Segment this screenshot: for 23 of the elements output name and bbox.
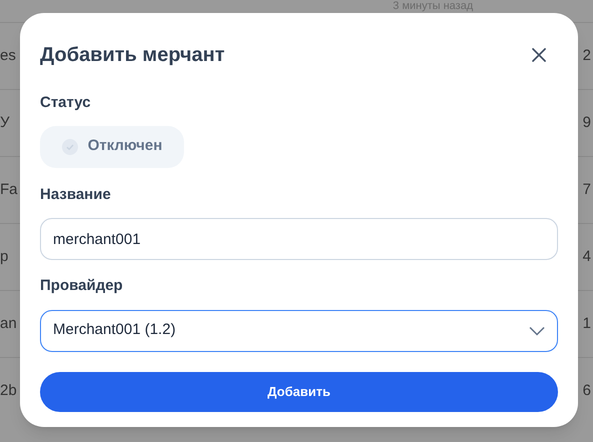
table-cell-text: 2 (582, 46, 591, 66)
field-label: Название (40, 184, 112, 204)
name-input[interactable]: merchant001 (40, 218, 558, 260)
table-cell-text: an (0, 314, 17, 334)
field-label: Провайдер (40, 276, 124, 296)
provider-select[interactable]: Merchant001 (1.2) (40, 310, 558, 352)
table-cell-text: 4 (582, 246, 591, 267)
table-cell-text: Fa (0, 180, 18, 200)
table-cell-text: es (0, 46, 16, 66)
close-icon (531, 47, 547, 63)
table-cell-text: У (0, 112, 10, 133)
table-cell-text: p (0, 246, 8, 267)
status-toggle[interactable]: Отключен (40, 126, 184, 168)
table-cell-text: 6 (582, 380, 591, 401)
table-cell-text: 7 (582, 180, 591, 200)
check-icon (62, 138, 78, 154)
table-cell-text: 2b (0, 380, 17, 401)
submit-button[interactable]: Добавить (40, 372, 558, 412)
table-cell-text: 9 (582, 112, 591, 133)
dialog-title: Добавить мерчант (40, 43, 225, 68)
chevron-down-icon (529, 326, 545, 336)
table-cell-text: 1 (582, 314, 591, 334)
field-label: Статус (40, 93, 92, 113)
